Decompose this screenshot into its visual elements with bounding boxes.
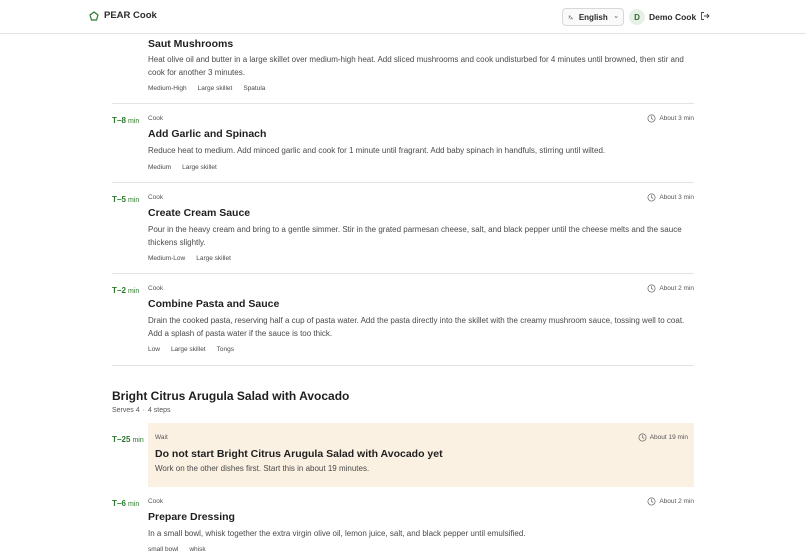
step-tags: Medium-High Large skillet Spatula [148, 85, 265, 92]
step-title: Add Garlic and Spinach [148, 128, 267, 140]
language-select[interactable]: English [562, 8, 624, 26]
step-duration: About 2 min [647, 497, 694, 506]
step-description: Heat olive oil and butter in a large ski… [148, 55, 684, 77]
step-description: Pour in the heavy cream and bring to a g… [148, 225, 682, 247]
step-description: Drain the cooked pasta, reserving half a… [148, 316, 685, 338]
recipe-title: Bright Citrus Arugula Salad with Avocado [112, 389, 350, 403]
logout-icon[interactable] [700, 11, 710, 21]
step-title: Do not start Bright Citrus Arugula Salad… [155, 448, 443, 460]
step-kind: Cook [148, 194, 164, 201]
step-time: T−2 min [112, 286, 140, 295]
step-duration: About 3 min [647, 193, 694, 202]
step-tags: Low Large skillet Tongs [148, 346, 234, 353]
step-description: Work on the other dishes first. Start th… [155, 464, 370, 473]
step-card: T−2 min Cook About 2 min Combine Pasta an… [112, 274, 694, 366]
step-kind: Wait [155, 434, 168, 441]
step-card: Saut Mushrooms Heat olive oil and butter… [112, 34, 694, 104]
step-tags: small bowl whisk [148, 546, 206, 553]
language-label: English [578, 12, 608, 22]
step-card: T−6 min Cook About 2 min Prepare Dressing… [112, 487, 694, 560]
step-tags: Medium-Low Large skillet [148, 255, 231, 262]
avatar[interactable]: D [629, 9, 645, 25]
serves-count: Serves 4 [112, 407, 140, 414]
step-time: T−8 min [112, 116, 140, 125]
step-duration: About 19 min [638, 433, 688, 442]
clock-icon [647, 284, 656, 293]
recipe-meta: Serves 4 · 4 steps [112, 407, 171, 414]
clock-icon [647, 497, 656, 506]
step-title: Combine Pasta and Sauce [148, 298, 280, 310]
tag-equipment: Spatula [243, 85, 266, 92]
step-tags: Medium Large skillet [148, 164, 217, 171]
app-header: PEAR Cook English D Demo Cook [0, 0, 806, 34]
tag-heat: Medium [148, 164, 172, 171]
step-description: In a small bowl, whisk together the extr… [148, 529, 526, 538]
user-name[interactable]: Demo Cook [649, 12, 696, 22]
chevron-down-icon [614, 16, 618, 19]
tag-heat: Medium-High [148, 85, 187, 92]
step-kind: Cook [148, 498, 164, 505]
step-description: Reduce heat to medium. Add minced garlic… [148, 146, 606, 155]
step-duration: About 2 min [647, 284, 694, 293]
brand[interactable]: PEAR Cook [89, 10, 157, 21]
step-time: T−6 min [112, 499, 140, 508]
step-title: Create Cream Sauce [148, 207, 251, 219]
steps-count: 4 steps [147, 407, 171, 414]
meta-separator: · [142, 407, 145, 414]
brand-name: PEAR Cook [104, 10, 157, 21]
translate-icon [568, 15, 573, 20]
step-kind: Cook [148, 285, 164, 292]
tag-equipment: Large skillet [182, 164, 217, 171]
step-kind: Cook [148, 115, 164, 122]
step-time: T−5 min [112, 195, 140, 204]
tag-equipment: Large skillet [170, 346, 206, 353]
step-card: T−8 min Cook About 3 min Add Garlic and S… [112, 104, 694, 183]
tag-equipment: Large skillet [196, 255, 231, 262]
clock-icon [647, 114, 656, 123]
pear-logo-icon [89, 10, 99, 21]
step-duration: About 3 min [647, 114, 694, 123]
step-title: Saut Mushrooms [148, 38, 234, 50]
tag-equipment: whisk [189, 546, 206, 553]
tag-heat: Low [148, 346, 160, 353]
clock-icon [647, 193, 656, 202]
step-card: T−5 min Cook About 3 min Create Cream Sau… [112, 183, 694, 274]
tag-heat: Medium-Low [148, 255, 186, 262]
wait-step-card: T−25 min Wait About 19 min Do not start B… [112, 423, 694, 487]
clock-icon [638, 433, 647, 442]
step-time: T−25 min [112, 435, 144, 444]
tag-equipment: small bowl [148, 546, 179, 553]
tag-equipment: Large skillet [197, 85, 233, 92]
step-title: Prepare Dressing [148, 511, 235, 523]
tag-equipment: Tongs [216, 346, 234, 353]
